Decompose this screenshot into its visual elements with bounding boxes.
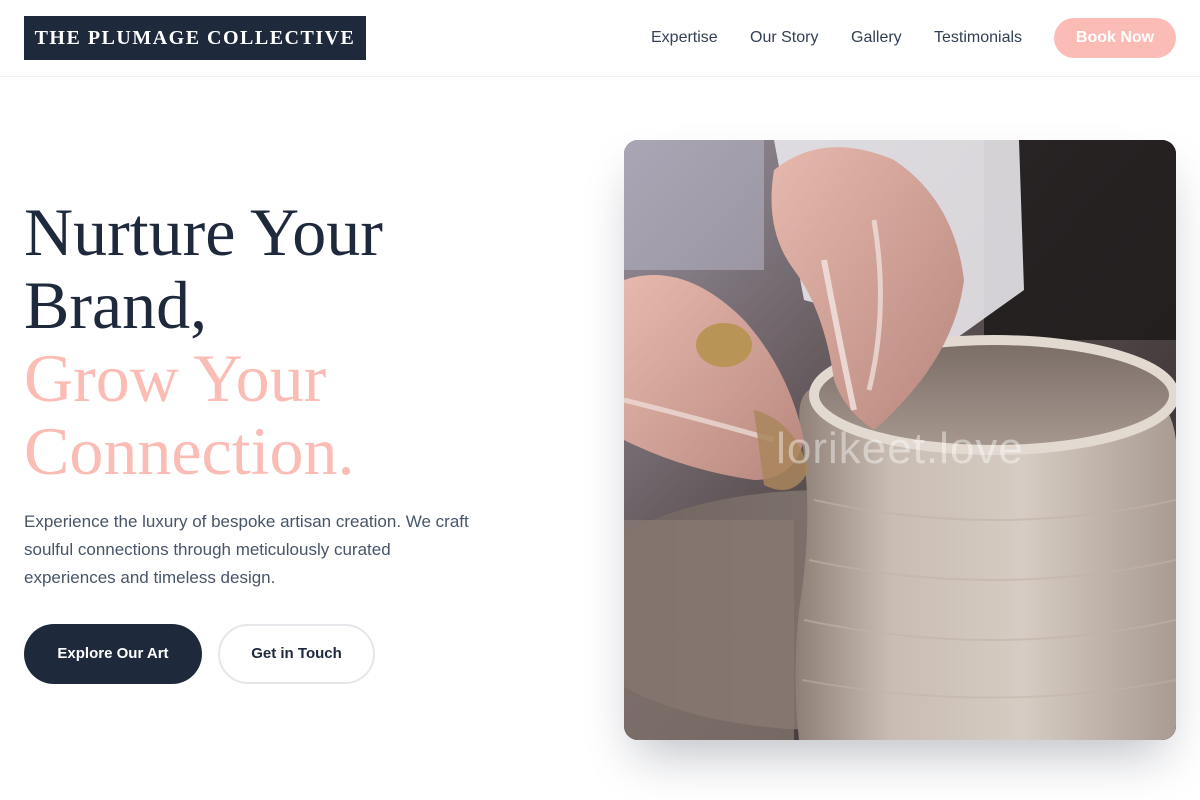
book-now-button[interactable]: Book Now (1054, 18, 1176, 58)
headline-line-1: Nurture Your (24, 194, 383, 270)
nav-item-expertise[interactable]: Expertise (651, 27, 718, 49)
site-header: THE PLUMAGE COLLECTIVE Expertise Our Sto… (0, 0, 1200, 77)
get-in-touch-button[interactable]: Get in Touch (218, 624, 375, 684)
brand-logo[interactable]: THE PLUMAGE COLLECTIVE (24, 16, 366, 60)
hero-description: Experience the luxury of bespoke artisan… (24, 512, 469, 587)
nav-item-testimonials[interactable]: Testimonials (934, 27, 1022, 49)
image-watermark: lorikeet.love (776, 424, 1024, 473)
nav-item-our-story[interactable]: Our Story (750, 27, 818, 49)
hero-headline: Nurture Your Brand, Grow Your Connection… (24, 196, 584, 488)
headline-line-4: Connection. (24, 413, 355, 489)
headline-line-3: Grow Your (24, 340, 327, 416)
headline-line-2: Brand, (24, 267, 208, 343)
hero-image-pottery: lorikeet.love (624, 140, 1176, 740)
nav-item-gallery[interactable]: Gallery (851, 27, 902, 49)
explore-our-art-button[interactable]: Explore Our Art (24, 624, 202, 684)
